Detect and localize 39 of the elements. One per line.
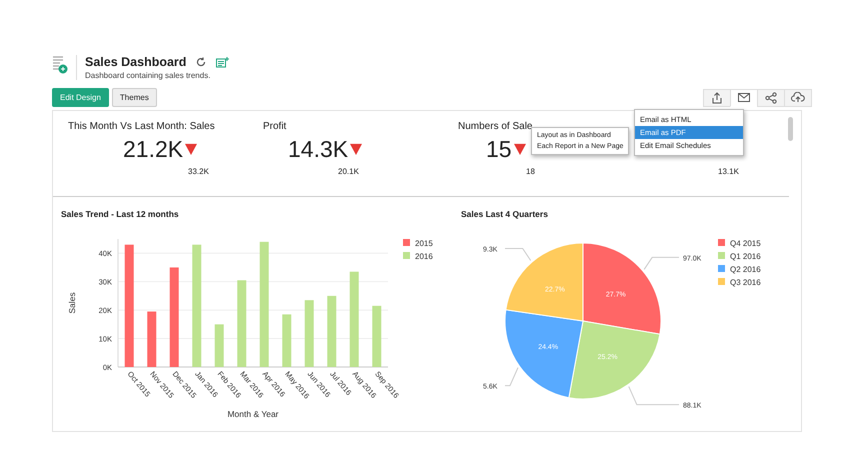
export-icon	[711, 92, 723, 104]
chart-title: Sales Last 4 Quarters	[461, 209, 549, 219]
kpi-title: Numbers of Sale	[458, 121, 532, 132]
chart-title: Sales Trend - Last 12 months	[61, 209, 180, 219]
share-icon	[765, 92, 777, 104]
report-icon[interactable]	[216, 56, 230, 68]
themes-button[interactable]: Themes	[112, 88, 157, 107]
kpi-title: Profit	[263, 121, 286, 132]
legend-label: 2016	[415, 252, 433, 261]
axis-title: Month & Year	[227, 409, 279, 419]
toolbar-button[interactable]	[757, 88, 785, 106]
toolbar-button[interactable]	[730, 88, 758, 106]
kpi-previous-value: 33.2K	[188, 167, 209, 176]
cloud-upload-icon	[791, 92, 805, 103]
kpi-value: 14.3K	[288, 136, 348, 162]
mail-icon	[738, 93, 750, 102]
kpi-previous-value: 13.1K	[718, 167, 739, 176]
legend-label: Q4 2015	[730, 239, 761, 248]
leader-line	[644, 256, 680, 270]
dashboard-title: Sales Dashboard	[85, 55, 186, 69]
kpi-value: 21.2K	[123, 136, 184, 162]
legend-label: 2015	[415, 239, 433, 248]
leader-line	[628, 386, 680, 406]
axis-title: Sales	[67, 292, 77, 314]
toolbar-button[interactable]	[784, 88, 812, 106]
kpi-previous-value: 18	[526, 167, 535, 176]
toolbar-button[interactable]	[703, 88, 731, 106]
refresh-icon[interactable]	[196, 57, 206, 67]
legend-label: Q2 2016	[730, 265, 761, 274]
kpi-previous-value: 20.1K	[338, 167, 359, 176]
kpi-value: 15	[486, 136, 512, 162]
legend-label: Q1 2016	[730, 252, 761, 261]
dashboard-icon	[52, 55, 68, 75]
scrollbar[interactable]	[788, 117, 793, 141]
dashboard-description: Dashboard containing sales trends.	[85, 71, 212, 80]
leader-line	[504, 367, 518, 386]
legend-label: Q3 2016	[730, 278, 761, 287]
kpi-title: This Month Vs Last Month: Sales	[68, 121, 215, 132]
leader-line	[504, 248, 532, 261]
